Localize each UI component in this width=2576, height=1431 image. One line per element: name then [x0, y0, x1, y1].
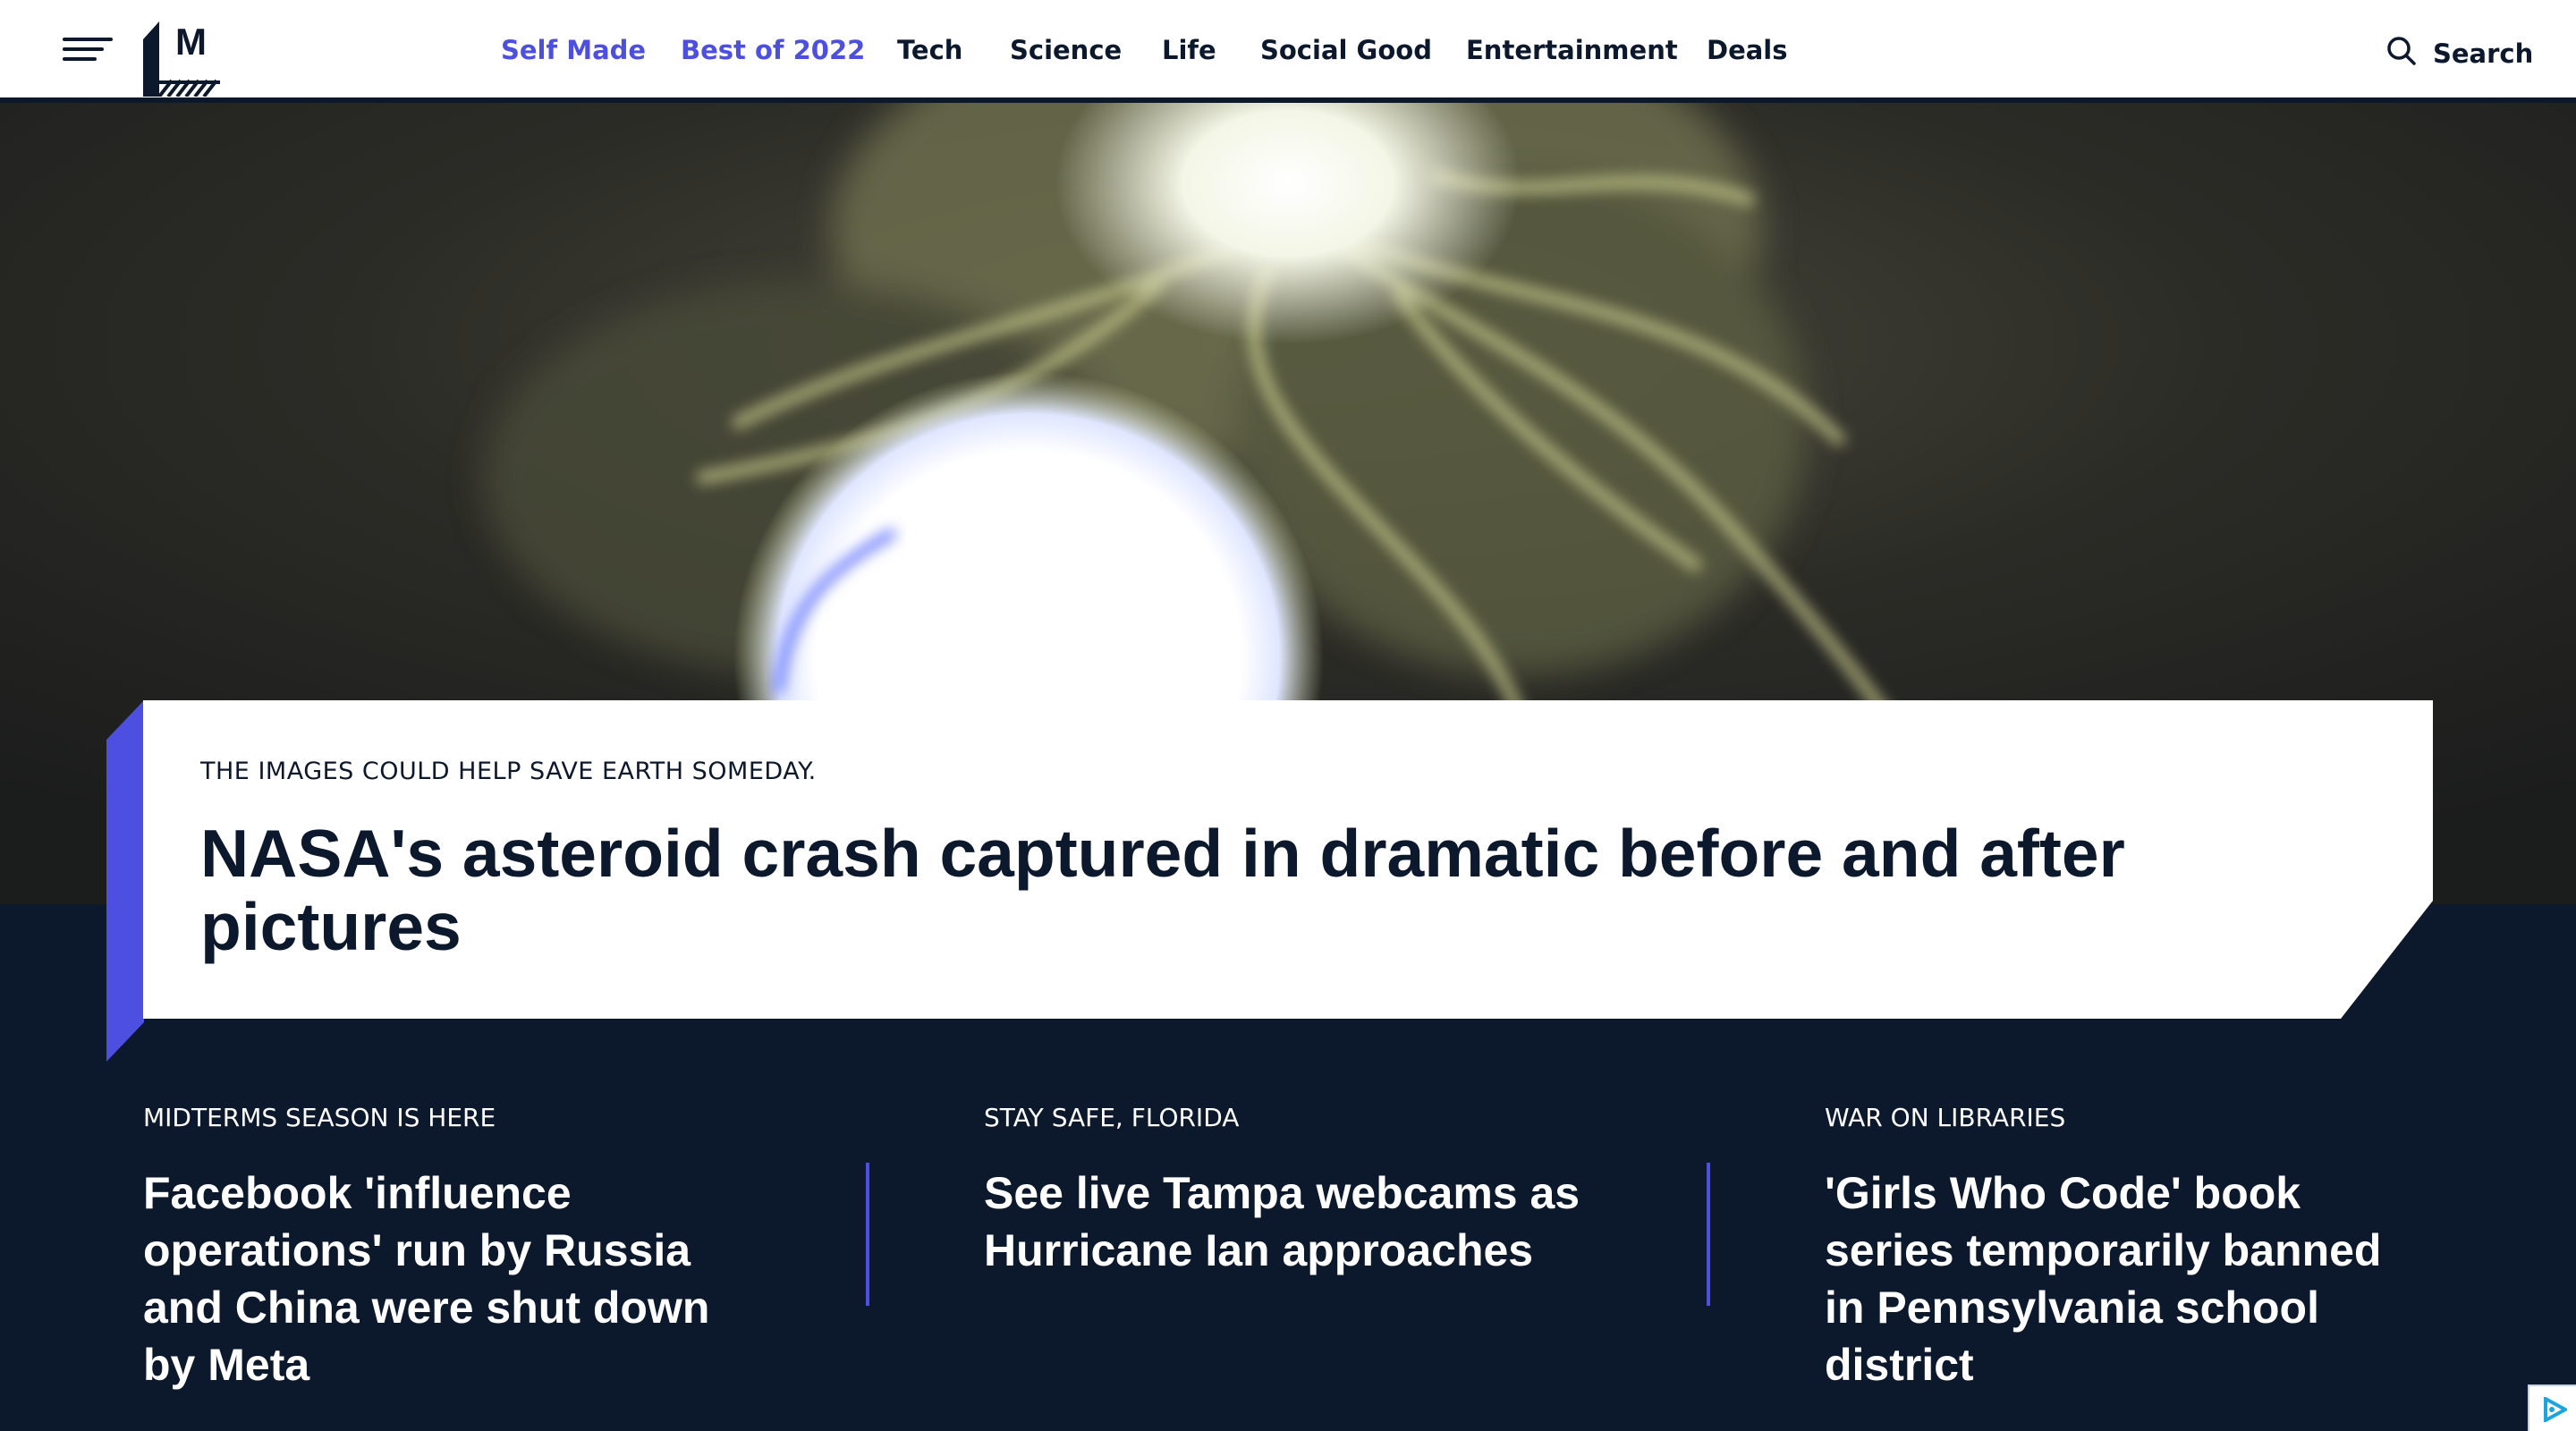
story-title[interactable]: 'Girls Who Code' book series temporarily… [1825, 1164, 2433, 1393]
nav-entertainment[interactable]: Entertainment [1466, 32, 1678, 68]
nav-social-good[interactable]: Social Good [1260, 32, 1432, 68]
site-header: M Self Made Best of 2022 Tech Science Li… [0, 0, 2576, 100]
story-kicker: STAY SAFE, FLORIDA [984, 1103, 1240, 1132]
nav-deals[interactable]: Deals [1707, 32, 1788, 68]
story-divider [866, 1163, 869, 1306]
ad-choices-icon[interactable] [2528, 1384, 2576, 1431]
nav-self-made[interactable]: Self Made [501, 32, 646, 68]
search-icon [2387, 37, 2416, 65]
hamburger-menu-icon[interactable] [63, 34, 113, 64]
secondary-stories: MIDTERMS SEASON IS HERE Facebook 'influe… [0, 1037, 2576, 1431]
mashable-logo[interactable]: M [143, 21, 224, 97]
story-card[interactable]: STAY SAFE, FLORIDA See live Tampa webcam… [984, 1102, 1592, 1279]
hero-story-card[interactable]: THE IMAGES COULD HELP SAVE EARTH SOMEDAY… [143, 700, 2433, 1019]
search-label: Search [2433, 38, 2534, 69]
story-card[interactable]: WAR ON LIBRARIES 'Girls Who Code' book s… [1825, 1102, 2433, 1393]
logo-letter: M [175, 21, 207, 63]
nav-tech[interactable]: Tech [897, 32, 962, 68]
story-kicker: WAR ON LIBRARIES [1825, 1103, 2066, 1132]
story-kicker: MIDTERMS SEASON IS HERE [143, 1103, 496, 1132]
story-divider [1707, 1163, 1710, 1306]
ad-choices-triangle-icon [2544, 1397, 2567, 1422]
card-accent-stripe [106, 700, 144, 1062]
hero-kicker: THE IMAGES COULD HELP SAVE EARTH SOMEDAY… [200, 758, 817, 785]
story-title[interactable]: Facebook 'influence operations' run by R… [143, 1164, 751, 1393]
hero-headline[interactable]: NASA's asteroid crash captured in dramat… [200, 817, 2311, 963]
nav-life[interactable]: Life [1162, 32, 1216, 68]
nav-science[interactable]: Science [1010, 32, 1122, 68]
nav-best-of-2022[interactable]: Best of 2022 [681, 32, 865, 68]
story-card[interactable]: MIDTERMS SEASON IS HERE Facebook 'influe… [143, 1102, 751, 1393]
page: M Self Made Best of 2022 Tech Science Li… [0, 0, 2576, 1431]
story-title[interactable]: See live Tampa webcams as Hurricane Ian … [984, 1164, 1592, 1279]
